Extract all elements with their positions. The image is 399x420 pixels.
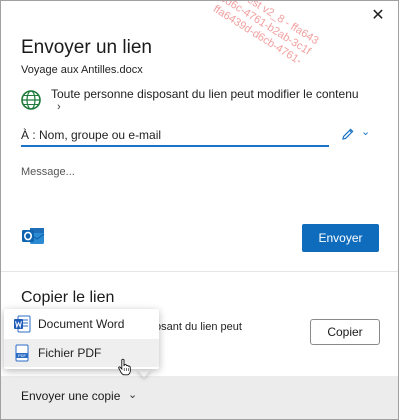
close-button[interactable]: ✕ [366, 5, 390, 27]
send-button[interactable]: Envoyer [302, 224, 379, 252]
word-icon [14, 315, 31, 333]
outlook-icon [22, 228, 45, 244]
menu-item-word[interactable]: Document Word [4, 310, 159, 338]
section-divider [1, 271, 398, 272]
copy-button[interactable]: Copier [310, 319, 380, 345]
send-copy-button[interactable]: Envoyer une copie [21, 389, 120, 403]
hand-cursor-icon [118, 358, 131, 376]
svg-text:PDF: PDF [18, 353, 27, 358]
pdf-icon: PDF [15, 344, 29, 362]
chevron-down-icon[interactable]: ⌄ [361, 125, 370, 138]
share-dialog: 4c6 test v2_8 - ffa643 bd6c-4761-b2ab-3c… [0, 0, 399, 420]
link-permission-label: Toute personne disposant du lien peut mo… [51, 87, 359, 101]
send-copy-menu: Document Word PDF Fichier PDF [4, 309, 159, 369]
recipient-input[interactable]: À : Nom, groupe ou e-mail [21, 121, 329, 147]
copy-link-title: Copier le lien [21, 289, 115, 306]
menu-item-label: Document Word [38, 317, 125, 331]
file-name: Voyage aux Antilles.docx [21, 64, 143, 76]
chevron-right-icon: › [57, 101, 61, 113]
globe-icon [21, 90, 41, 110]
chevron-down-icon[interactable]: ⌄ [128, 388, 137, 401]
link-permission-setting[interactable]: Toute personne disposant du lien peut mo… [21, 87, 371, 117]
menu-item-pdf[interactable]: PDF Fichier PDF [4, 339, 159, 367]
menu-item-label: Fichier PDF [38, 346, 102, 360]
message-input[interactable]: Message... [21, 166, 75, 178]
dialog-title: Envoyer un lien [21, 37, 152, 58]
pencil-icon[interactable] [341, 127, 355, 141]
